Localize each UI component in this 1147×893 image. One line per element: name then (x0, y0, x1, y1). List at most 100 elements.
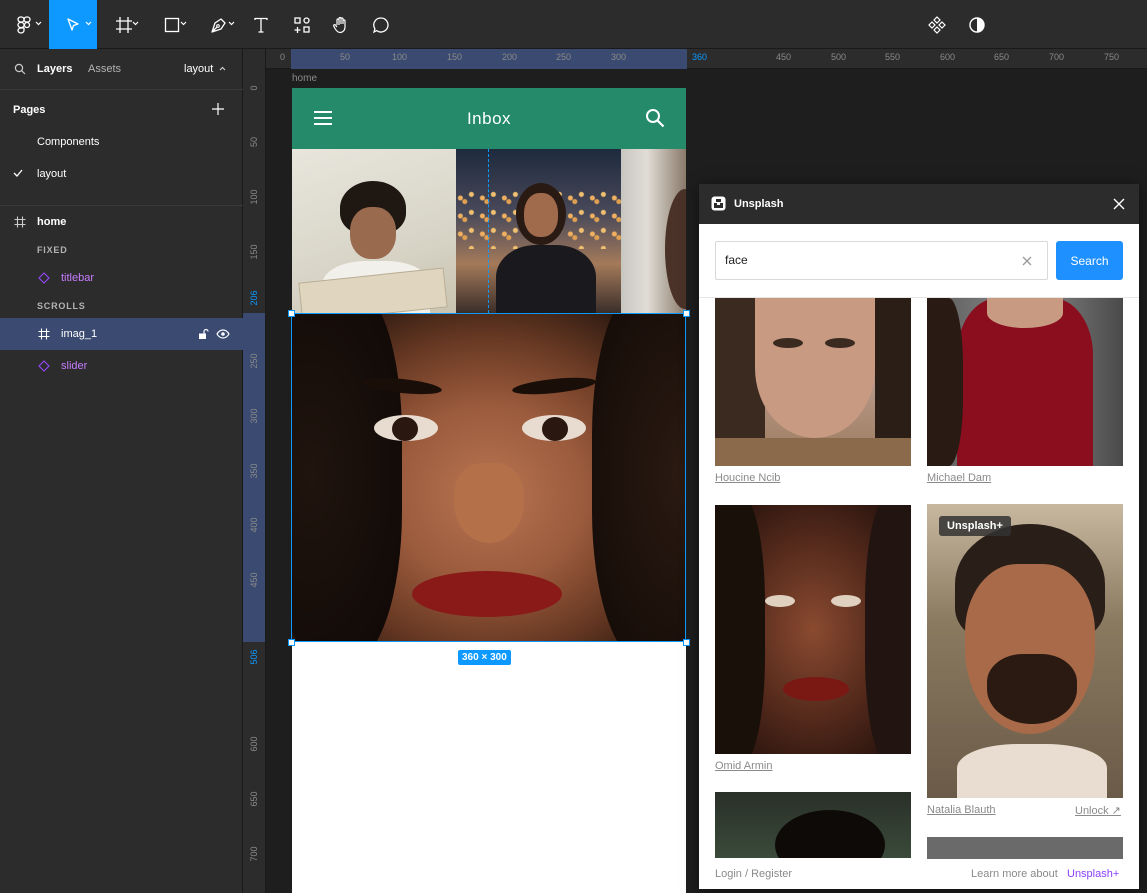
chevron-up-icon[interactable] (219, 66, 226, 71)
tab-assets[interactable]: Assets (88, 63, 121, 75)
search-input[interactable] (725, 253, 1005, 267)
result-photo-omid[interactable] (715, 505, 911, 754)
resize-handle-top-right[interactable] (683, 310, 690, 317)
ruler-tick: 0 (249, 85, 259, 91)
toolbar (0, 0, 1147, 49)
frame-label[interactable]: home (292, 73, 317, 84)
components-button[interactable] (922, 0, 952, 49)
resize-handle-bottom-left[interactable] (288, 639, 295, 646)
tab-layers[interactable]: Layers (37, 63, 72, 75)
search-icon[interactable] (645, 108, 665, 128)
ruler-tick: 506 (249, 649, 259, 665)
page-selector[interactable]: layout (184, 63, 213, 75)
figma-menu-button[interactable] (6, 0, 42, 49)
move-tool-button[interactable] (49, 0, 97, 49)
layer-slider[interactable]: slider (0, 350, 243, 382)
slider-photo-partial (621, 149, 686, 313)
rectangle-icon (164, 17, 180, 32)
shape-tool-button[interactable] (152, 0, 192, 49)
resize-handle-bottom-right[interactable] (683, 639, 690, 646)
ruler-tick: 650 (249, 791, 259, 807)
result-photo-houcine[interactable] (715, 298, 911, 466)
add-page-icon[interactable] (211, 102, 225, 116)
chevron-down-icon (85, 21, 92, 26)
credit-link[interactable]: Michael Dam (927, 472, 991, 484)
pen-icon (211, 17, 226, 33)
frame-tool-button[interactable] (104, 0, 144, 49)
ruler-tick: 300 (249, 408, 259, 424)
layer-label: home (37, 216, 67, 228)
search-button[interactable]: Search (1056, 241, 1123, 280)
selection-box[interactable] (291, 313, 686, 642)
text-tool-button[interactable] (246, 0, 276, 49)
credit-link[interactable]: Houcine Ncib (715, 472, 780, 484)
cursor-icon (67, 17, 79, 31)
ruler-tick: 50 (249, 137, 259, 148)
result-photo-partial[interactable] (715, 792, 911, 858)
ruler-tick: 700 (1049, 52, 1065, 62)
hand-tool-button[interactable] (326, 0, 356, 49)
unlock-link[interactable]: Unlock ↗ (1075, 804, 1121, 817)
panel-tabs: Layers Assets layout (0, 49, 243, 90)
result-photo-partial[interactable] (927, 837, 1123, 859)
slider-photo-reading (292, 149, 456, 313)
comment-tool-button[interactable] (366, 0, 396, 49)
ruler-tick: 150 (249, 244, 259, 260)
credit-link[interactable]: Natalia Blauth (927, 804, 996, 816)
ruler-tick: 350 (249, 463, 259, 479)
ruler-tick: 450 (249, 572, 259, 588)
pages-heading: Pages (13, 104, 46, 116)
theme-toggle-button[interactable] (962, 0, 992, 49)
pen-tool-button[interactable] (198, 0, 240, 49)
chevron-down-icon (180, 21, 187, 26)
unsplash-plus-badge: Unsplash+ (939, 516, 1011, 536)
unsplash-plus-link[interactable]: Unsplash+ (1067, 868, 1119, 880)
clear-icon[interactable] (1022, 256, 1032, 266)
components-icon (928, 15, 946, 34)
ruler-tick: 100 (392, 52, 408, 62)
learn-more-text: Learn more about (971, 868, 1058, 880)
frame-icon (38, 328, 50, 340)
resize-handle-top-left[interactable] (288, 310, 295, 317)
ruler-tick: 600 (249, 736, 259, 752)
plugin-footer: Login / Register Learn more about Unspla… (699, 859, 1139, 889)
unlock-icon[interactable] (198, 328, 209, 340)
result-photo-michael[interactable] (927, 298, 1123, 466)
chevron-down-icon (228, 21, 235, 26)
page-item-layout[interactable]: layout (37, 168, 66, 180)
search-icon[interactable] (14, 63, 26, 75)
ruler-tick: 100 (249, 189, 259, 205)
resources-tool-button[interactable] (287, 0, 317, 49)
ruler-tick: 650 (994, 52, 1010, 62)
comment-icon (372, 16, 389, 33)
component-instance-icon (38, 272, 50, 284)
resources-icon (294, 16, 310, 33)
ruler-tick: 0 (280, 52, 286, 62)
hand-icon (333, 16, 346, 33)
close-icon[interactable] (1113, 198, 1125, 210)
page-item-components[interactable]: Components (37, 136, 99, 148)
layer-imag-1[interactable]: imag_1 (0, 318, 243, 350)
ruler-tick: 360 (692, 52, 708, 62)
size-badge: 360 × 300 (458, 650, 511, 665)
ruler-tick: 450 (776, 52, 792, 62)
titlebar[interactable]: Inbox (292, 88, 686, 149)
layer-titlebar[interactable]: titlebar (0, 262, 243, 294)
search-field[interactable] (715, 241, 1048, 280)
ruler-tick: 300 (611, 52, 627, 62)
plugin-title: Unsplash (734, 198, 784, 210)
ruler-tick: 250 (249, 353, 259, 369)
login-register-link[interactable]: Login / Register (715, 868, 792, 880)
checkmark-icon (13, 169, 23, 177)
frame-icon (14, 216, 26, 228)
result-photo-natalia[interactable] (927, 504, 1123, 798)
credit-link[interactable]: Omid Armin (715, 760, 772, 772)
ruler-top: 0 50 100 150 200 250 300 360 450 500 550… (266, 49, 1147, 69)
ruler-tick: 400 (249, 517, 259, 533)
layers-panel: Layers Assets layout Pages Components la… (0, 49, 243, 893)
layer-home[interactable]: home (0, 206, 243, 238)
ruler-tick: 150 (447, 52, 463, 62)
layer-label: imag_1 (61, 328, 98, 340)
section-fixed: FIXED (37, 245, 68, 255)
eye-icon[interactable] (216, 329, 230, 339)
